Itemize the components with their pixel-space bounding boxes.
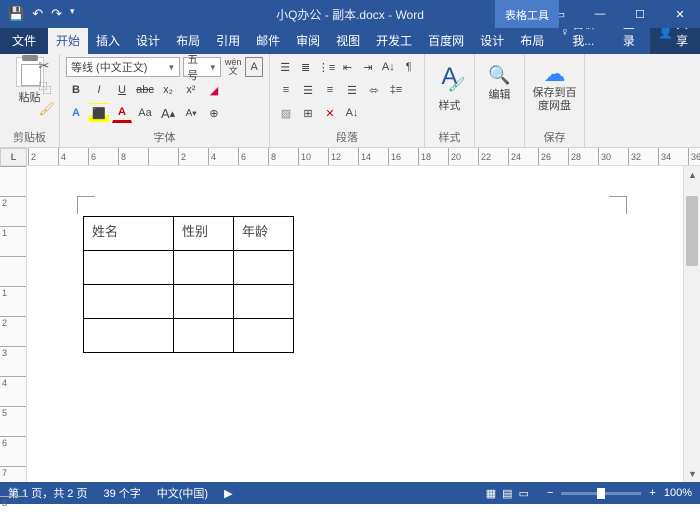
highlight-icon[interactable]: ⬛ (89, 103, 109, 123)
find-icon[interactable]: 🔍 (488, 65, 510, 86)
vertical-ruler[interactable]: 2112345678 (0, 166, 27, 482)
undo-icon[interactable]: ↶ (32, 6, 43, 22)
underline-icon[interactable]: U (112, 80, 132, 100)
table-row (84, 285, 294, 319)
margin-marker-tl (77, 196, 95, 214)
tab-table-layout[interactable]: 布局 (512, 27, 552, 54)
enclose-char-icon[interactable]: ⊕ (204, 103, 224, 123)
tab-review[interactable]: 审阅 (288, 27, 328, 54)
tab-insert[interactable]: 插入 (88, 27, 128, 54)
table-tools-label: 表格工具 (495, 0, 559, 28)
shading-icon[interactable]: ▨ (276, 103, 296, 123)
shrink-font-icon[interactable]: A▾ (181, 103, 201, 123)
print-layout-icon[interactable]: ▤ (502, 487, 512, 500)
font-name-select[interactable]: 等线 (中文正文)▼ (66, 57, 180, 77)
language-status[interactable]: 中文(中国) (157, 485, 208, 501)
macro-status[interactable]: ▶ (224, 487, 232, 500)
redo-icon[interactable]: ↷ (51, 6, 62, 22)
web-layout-icon[interactable]: ▭ (519, 487, 529, 500)
tab-baidu[interactable]: 百度网 (420, 27, 472, 54)
line-spacing-icon[interactable]: ‡≡ (386, 80, 406, 100)
read-mode-icon[interactable]: ▦ (486, 487, 496, 500)
save-group-label: 保存 (544, 129, 566, 145)
text-effects-icon[interactable]: A (66, 103, 86, 123)
align-justify-icon[interactable]: ☰ (342, 80, 362, 100)
save-baidu-button[interactable]: 保存到百度网盘 (531, 87, 578, 113)
tab-table-design[interactable]: 设计 (472, 27, 512, 54)
borders-icon[interactable]: ⊞ (298, 103, 318, 123)
copy-icon[interactable]: ⿻ (38, 78, 55, 97)
font-group-label: 字体 (66, 129, 263, 145)
tab-mailings[interactable]: 邮件 (248, 27, 288, 54)
show-marks-icon[interactable]: ¶ (400, 57, 418, 77)
bullets-icon[interactable]: ☰ (276, 57, 294, 77)
tab-design[interactable]: 设计 (128, 27, 168, 54)
align-left-icon[interactable]: ≡ (276, 80, 296, 100)
strikethrough-icon[interactable]: abc (135, 80, 155, 100)
asian-layout-icon[interactable]: ✕ (320, 103, 340, 123)
tab-file[interactable]: 文件 (0, 27, 48, 54)
baidu-cloud-icon[interactable]: ☁ (544, 61, 566, 87)
document-canvas[interactable]: 姓名 性别 年龄 (27, 166, 683, 482)
font-size-select[interactable]: 五号▼ (183, 57, 221, 77)
table-row: 姓名 性别 年龄 (84, 217, 294, 251)
increase-indent-icon[interactable]: ⇥ (359, 57, 377, 77)
scroll-down-icon[interactable]: ▼ (684, 465, 700, 482)
sort-icon[interactable]: A↓ (379, 57, 397, 77)
phonetic-guide-icon[interactable]: wén文 (224, 57, 243, 77)
word-count[interactable]: 39 个字 (103, 485, 140, 501)
scroll-up-icon[interactable]: ▲ (684, 166, 700, 183)
zoom-in-icon[interactable]: + (649, 487, 655, 499)
vertical-scrollbar[interactable]: ▲ ▼ (683, 166, 700, 482)
para-sort-icon[interactable]: A↓ (342, 103, 362, 123)
table-cell[interactable]: 性别 (174, 217, 234, 251)
cut-icon[interactable]: ✂ (38, 58, 55, 74)
superscript-icon[interactable]: x² (181, 80, 201, 100)
margin-marker-tr (609, 196, 627, 214)
styles-button[interactable]: 样式 (439, 97, 461, 113)
table-row (84, 319, 294, 353)
horizontal-ruler[interactable]: L 24682468101214161820222426283032343638… (0, 148, 700, 166)
styles-icon[interactable]: A🖌 (436, 57, 464, 97)
document-table[interactable]: 姓名 性别 年龄 (83, 216, 294, 353)
close-icon[interactable]: ✕ (660, 0, 700, 28)
edit-button[interactable]: 编辑 (489, 86, 511, 102)
zoom-out-icon[interactable]: − (547, 487, 553, 499)
zoom-level[interactable]: 100% (664, 487, 692, 499)
decrease-indent-icon[interactable]: ⇤ (338, 57, 356, 77)
align-center-icon[interactable]: ☰ (298, 80, 318, 100)
save-icon[interactable]: 💾 (8, 6, 24, 22)
maximize-icon[interactable]: ☐ (620, 0, 660, 28)
distributed-icon[interactable]: ⬄ (364, 80, 384, 100)
clear-format-icon[interactable]: ◢ (204, 80, 224, 100)
tab-layout[interactable]: 布局 (168, 27, 208, 54)
font-color-icon[interactable]: A (112, 103, 132, 123)
table-row (84, 251, 294, 285)
styles-group-label: 样式 (439, 129, 461, 145)
para-group-label: 段落 (276, 129, 418, 145)
tab-developer[interactable]: 开发工 (368, 27, 420, 54)
bold-icon[interactable]: B (66, 80, 86, 100)
window-title: 小Q办公 - 副本.docx - Word (276, 6, 424, 23)
minimize-icon[interactable]: — (580, 0, 620, 28)
table-cell[interactable]: 年龄 (234, 217, 294, 251)
char-shading-icon[interactable]: Aa (135, 103, 155, 123)
multilevel-icon[interactable]: ⋮≡ (317, 57, 336, 77)
italic-icon[interactable]: I (89, 80, 109, 100)
table-cell[interactable]: 姓名 (84, 217, 174, 251)
align-right-icon[interactable]: ≡ (320, 80, 340, 100)
zoom-slider[interactable] (561, 492, 641, 495)
subscript-icon[interactable]: x₂ (158, 80, 178, 100)
tab-references[interactable]: 引用 (208, 27, 248, 54)
grow-font-icon[interactable]: A▴ (158, 103, 178, 123)
qat-more-icon[interactable]: ▾ (70, 6, 75, 22)
clipboard-group-label: 剪贴板 (6, 129, 53, 145)
ruler-corner[interactable]: L (0, 148, 27, 166)
tab-home[interactable]: 开始 (48, 27, 88, 54)
char-border-icon[interactable]: A (245, 57, 263, 77)
numbering-icon[interactable]: ≣ (296, 57, 314, 77)
format-painter-icon[interactable]: 🖌 (38, 101, 55, 117)
tab-view[interactable]: 视图 (328, 27, 368, 54)
scroll-thumb[interactable] (686, 196, 698, 266)
